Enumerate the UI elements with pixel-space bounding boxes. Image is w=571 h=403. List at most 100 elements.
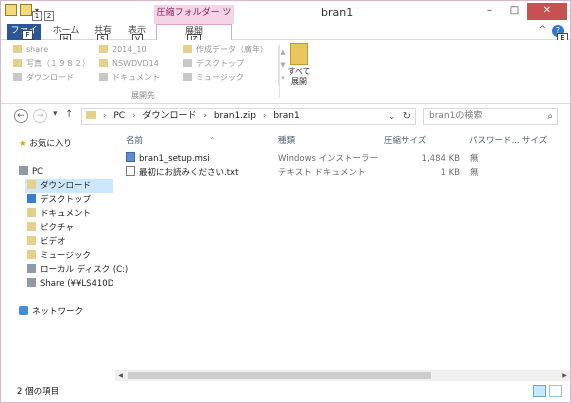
search-input[interactable]: bran1の検索 ⌕ <box>423 108 558 125</box>
file-type: Windows インストーラー パ... <box>278 154 378 164</box>
breadcrumb-zip[interactable]: bran1.zip <box>214 111 256 121</box>
column-header-size[interactable]: サイズ <box>522 134 547 148</box>
close-button[interactable]: ✕ <box>527 3 567 20</box>
navigation-bar: ← → ▾ ↑ › PC › ダウンロード › bran1.zip › bran… <box>1 105 570 128</box>
group-label-extract-to: 展開先 <box>131 91 155 100</box>
nav-documents[interactable]: ドキュメント <box>27 207 91 221</box>
extract-all-button[interactable]: すべて 展開 <box>284 43 314 87</box>
window-controls: – □ ✕ <box>477 3 567 20</box>
address-bar[interactable]: › PC › ダウンロード › bran1.zip › bran1 ⌄ ↻ <box>81 108 416 125</box>
breadcrumb-bran1[interactable]: bran1 <box>273 111 299 121</box>
folder-icon <box>13 59 22 67</box>
network-icon <box>19 306 28 315</box>
nav-local-disk[interactable]: ローカル ディスク (C:) <box>27 263 128 277</box>
file-compressed-size: 1 KB <box>440 168 460 178</box>
folder-icon <box>86 111 96 119</box>
file-row[interactable]: bran1_setup.msi Windows インストーラー パ... 1,4… <box>121 152 561 166</box>
desktop-icon <box>27 194 36 203</box>
file-compressed-size: 1,484 KB <box>421 154 460 164</box>
properties-icon[interactable] <box>5 4 17 16</box>
destination-photos[interactable]: 写真（１９８２） <box>13 57 90 70</box>
refresh-icon[interactable]: ↻ <box>403 109 411 124</box>
maximize-button[interactable]: □ <box>502 3 527 20</box>
address-dropdown-icon[interactable]: ⌄ <box>388 109 395 124</box>
large-icons-view-icon[interactable] <box>549 385 562 397</box>
breadcrumb-downloads[interactable]: ダウンロード <box>142 111 196 121</box>
nav-pictures[interactable]: ピクチャ <box>27 221 74 235</box>
ribbon-collapse-icon[interactable]: ^ <box>538 25 546 35</box>
up-button[interactable]: ↑ <box>65 109 73 120</box>
destination-downloads[interactable]: ダウンロード <box>13 71 74 84</box>
breadcrumb: › PC › ダウンロード › bran1.zip › bran1 <box>86 109 300 124</box>
breadcrumb-pc[interactable]: PC <box>113 111 125 121</box>
document-icon <box>27 208 36 217</box>
scroll-right-icon[interactable]: ▶ <box>559 370 570 381</box>
item-count: 2 個の項目 <box>17 387 60 397</box>
keytip-file: F <box>22 30 33 40</box>
destination-documents[interactable]: ドキュメント <box>99 71 160 84</box>
details-view-icon[interactable] <box>533 385 546 397</box>
destination-2014-10[interactable]: 2014_10 <box>99 43 147 56</box>
pictures-icon <box>27 222 36 231</box>
sort-ascending-icon: ^ <box>210 137 216 144</box>
music-icon <box>27 250 36 259</box>
star-icon: ★ <box>19 139 27 149</box>
video-icon <box>27 236 36 245</box>
column-header-name[interactable]: 名前 ^ <box>126 134 276 148</box>
navigation-pane: ★ お気に入り PC ダウンロード デスクトップ ドキュメント ピクチャ ビデオ… <box>1 130 128 375</box>
window-title: bran1 <box>321 6 354 19</box>
minimize-button[interactable]: – <box>477 3 502 20</box>
nav-pc[interactable]: PC <box>19 165 43 179</box>
recent-locations-icon[interactable]: ▾ <box>53 109 58 119</box>
nav-network[interactable]: ネットワーク <box>19 305 83 319</box>
ribbon-extract: share 写真（１９８２） ダウンロード 2014_10 NSWDVD14 ド… <box>1 40 570 104</box>
title-bar: ▾ 1 2 圧縮フォルダー ツール bran1 – □ ✕ <box>1 1 570 35</box>
file-name: bran1_setup.msi <box>126 152 276 166</box>
document-icon <box>99 73 108 81</box>
destination-music[interactable]: ミュージック <box>183 71 244 84</box>
column-header-compressed-size[interactable]: 圧縮サイズ <box>384 134 426 148</box>
search-placeholder: bran1の検索 <box>429 111 483 121</box>
nav-share[interactable]: Share (¥¥LS410D/ <box>27 277 113 291</box>
file-password: 無 <box>470 168 479 178</box>
scroll-thumb[interactable] <box>128 372 431 379</box>
nav-videos[interactable]: ビデオ <box>27 235 66 249</box>
destination-nswdvd14[interactable]: NSWDVD14 <box>99 57 159 70</box>
extract-destinations: share 写真（１９８２） ダウンロード 2014_10 NSWDVD14 ド… <box>13 43 286 87</box>
horizontal-scrollbar[interactable]: ◀ ▶ <box>115 370 570 381</box>
file-type: テキスト ドキュメント <box>278 168 366 178</box>
text-file-icon <box>126 166 135 176</box>
folder-icon <box>99 59 108 67</box>
column-header-type[interactable]: 種類 <box>278 134 295 148</box>
destination-share[interactable]: share <box>13 43 48 56</box>
context-tab-compressed-folder-tools: 圧縮フォルダー ツール <box>154 5 234 35</box>
music-icon <box>183 73 192 81</box>
file-row[interactable]: 最初にお読みください.txt テキスト ドキュメント 1 KB 無 <box>121 166 561 180</box>
folder-icon <box>99 45 108 53</box>
ribbon-divider <box>279 44 280 98</box>
back-button[interactable]: ← <box>14 109 28 123</box>
destination-created-data[interactable]: 作成データ（廣年） <box>183 43 268 56</box>
folder-icon <box>13 45 22 53</box>
file-password: 無 <box>470 154 479 164</box>
new-folder-icon[interactable] <box>20 4 32 16</box>
column-header-password[interactable]: パスワード... <box>469 134 520 148</box>
network-drive-icon <box>27 278 36 287</box>
nav-favorites[interactable]: ★ お気に入り <box>19 137 72 151</box>
drive-icon <box>27 264 36 273</box>
ribbon-tabs: ファイル ホーム 共有 表示 展開 F H S V JZ ^ ? E <box>1 24 570 51</box>
scroll-left-icon[interactable]: ◀ <box>115 370 126 381</box>
forward-button[interactable]: → <box>33 109 47 123</box>
nav-desktop[interactable]: デスクトップ <box>27 193 91 207</box>
qat-keytip-1: 1 <box>32 11 42 21</box>
nav-music[interactable]: ミュージック <box>27 249 91 263</box>
folder-icon <box>183 45 192 53</box>
download-icon <box>27 180 36 189</box>
file-list: 名前 ^ 種類 圧縮サイズ パスワード... サイズ bran1_setup.m… <box>115 130 570 370</box>
status-bar: 2 個の項目 <box>1 382 570 402</box>
download-icon <box>13 73 22 81</box>
search-icon[interactable]: ⌕ <box>547 109 553 124</box>
computer-icon <box>19 166 28 175</box>
nav-downloads[interactable]: ダウンロード <box>25 179 113 193</box>
destination-desktop[interactable]: デスクトップ <box>183 57 244 70</box>
